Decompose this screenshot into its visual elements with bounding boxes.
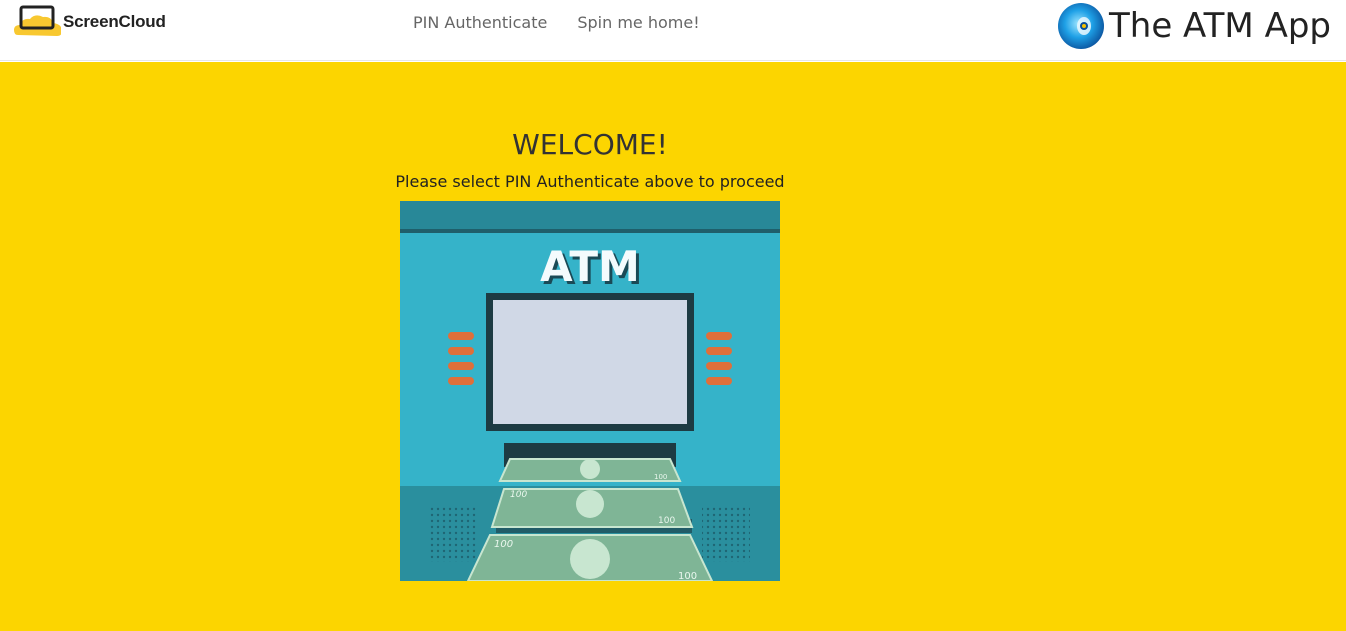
app-title: The ATM App xyxy=(1109,6,1331,46)
nav-spin-me-home[interactable]: Spin me home! xyxy=(577,13,699,33)
app-brand: The ATM App xyxy=(1057,2,1331,50)
svg-text:100: 100 xyxy=(494,539,513,550)
svg-text:100: 100 xyxy=(658,516,675,526)
welcome-subtitle: Please select PIN Authenticate above to … xyxy=(395,172,785,191)
atm-screen xyxy=(493,300,687,424)
svg-text:100: 100 xyxy=(510,490,527,500)
welcome-heading: WELCOME! xyxy=(512,128,668,161)
banknote-2: 100 100 xyxy=(490,488,694,528)
main-nav: PIN Authenticate Spin me home! xyxy=(413,13,700,33)
svg-text:100: 100 xyxy=(678,571,697,581)
banknote-1: 100 xyxy=(498,458,682,482)
top-header: ScreenCloud PIN Authenticate Spin me hom… xyxy=(0,0,1346,61)
atm-illustration: ATM ATM 100 100 100 100 100 xyxy=(400,201,780,581)
screencloud-icon xyxy=(14,5,61,36)
atm-app-logo-icon xyxy=(1058,3,1104,49)
svg-text:100: 100 xyxy=(654,473,667,481)
speaker-grill-left xyxy=(430,506,478,562)
atm-label: ATM xyxy=(540,242,640,291)
main-content: WELCOME! Please select PIN Authenticate … xyxy=(0,62,1346,631)
screencloud-logo-text: ScreenCloud xyxy=(63,12,166,31)
banknote-3: 100 100 xyxy=(466,534,714,581)
speaker-grill-right xyxy=(702,506,750,562)
nav-pin-authenticate[interactable]: PIN Authenticate xyxy=(413,13,547,33)
screencloud-logo[interactable]: ScreenCloud xyxy=(13,5,173,39)
